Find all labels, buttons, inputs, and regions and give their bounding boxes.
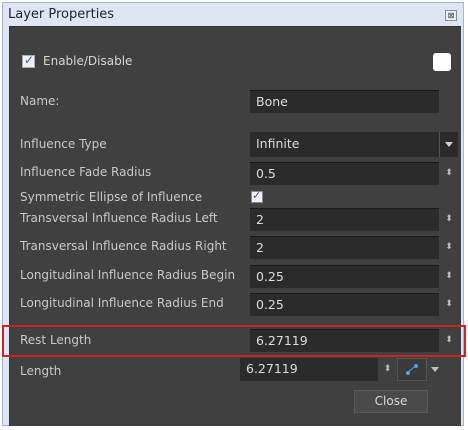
- trans-right-field[interactable]: 2: [250, 236, 439, 259]
- chevron-down-icon: [445, 142, 453, 147]
- checkmark-icon: ✓: [24, 53, 35, 67]
- window-title: Layer Properties: [8, 7, 115, 22]
- name-field[interactable]: Bone: [250, 90, 439, 113]
- influence-type-dropdown-button[interactable]: [439, 132, 458, 157]
- symmetric-checkbox[interactable]: ✓: [251, 189, 263, 203]
- long-end-label: Longitudinal Influence Radius End: [20, 296, 224, 310]
- long-begin-label: Longitudinal Influence Radius Begin: [20, 268, 236, 282]
- layer-color-swatch[interactable]: [433, 53, 451, 71]
- fade-radius-spinner-icon[interactable]: ⬍: [440, 162, 458, 185]
- trans-right-spinner-icon[interactable]: ⬍: [440, 236, 458, 259]
- trans-left-spinner-icon[interactable]: ⬍: [440, 208, 458, 231]
- rest-length-spinner-icon[interactable]: ⬍: [440, 329, 458, 352]
- influence-type-label: Influence Type: [20, 137, 107, 151]
- length-spinner-icon[interactable]: ⬍: [380, 358, 395, 381]
- symmetric-label: Symmetric Ellipse of Influence: [20, 190, 203, 204]
- function-curve-button[interactable]: [397, 358, 427, 381]
- trans-left-label: Transversal Influence Radius Left: [20, 211, 218, 225]
- rest-length-label: Rest Length: [20, 333, 92, 347]
- length-field[interactable]: 6.27119: [240, 358, 378, 381]
- long-end-field[interactable]: 0.25: [250, 293, 439, 316]
- long-begin-field[interactable]: 0.25: [250, 265, 439, 288]
- checkmark-icon: ✓: [252, 189, 262, 202]
- function-curve-dot: [414, 364, 418, 368]
- long-end-spinner-icon[interactable]: ⬍: [440, 293, 458, 316]
- trans-left-field[interactable]: 2: [250, 208, 439, 231]
- enable-label: Enable/Disable: [43, 54, 133, 68]
- influence-type-select[interactable]: Infinite: [250, 132, 439, 157]
- fade-radius-label: Influence Fade Radius: [20, 165, 152, 179]
- title-bar: Layer Properties ⊠: [3, 3, 463, 27]
- close-icon[interactable]: ⊠: [445, 10, 457, 21]
- length-label: Length: [20, 364, 62, 378]
- close-button[interactable]: Close: [354, 390, 428, 413]
- fade-radius-field[interactable]: 0.5: [250, 162, 439, 185]
- chevron-down-icon[interactable]: [431, 367, 439, 372]
- trans-right-label: Transversal Influence Radius Right: [20, 239, 227, 253]
- rest-length-field[interactable]: 6.27119: [250, 329, 439, 352]
- long-begin-spinner-icon[interactable]: ⬍: [440, 265, 458, 288]
- enable-checkbox[interactable]: ✓: [22, 53, 35, 68]
- name-label: Name:: [20, 94, 60, 108]
